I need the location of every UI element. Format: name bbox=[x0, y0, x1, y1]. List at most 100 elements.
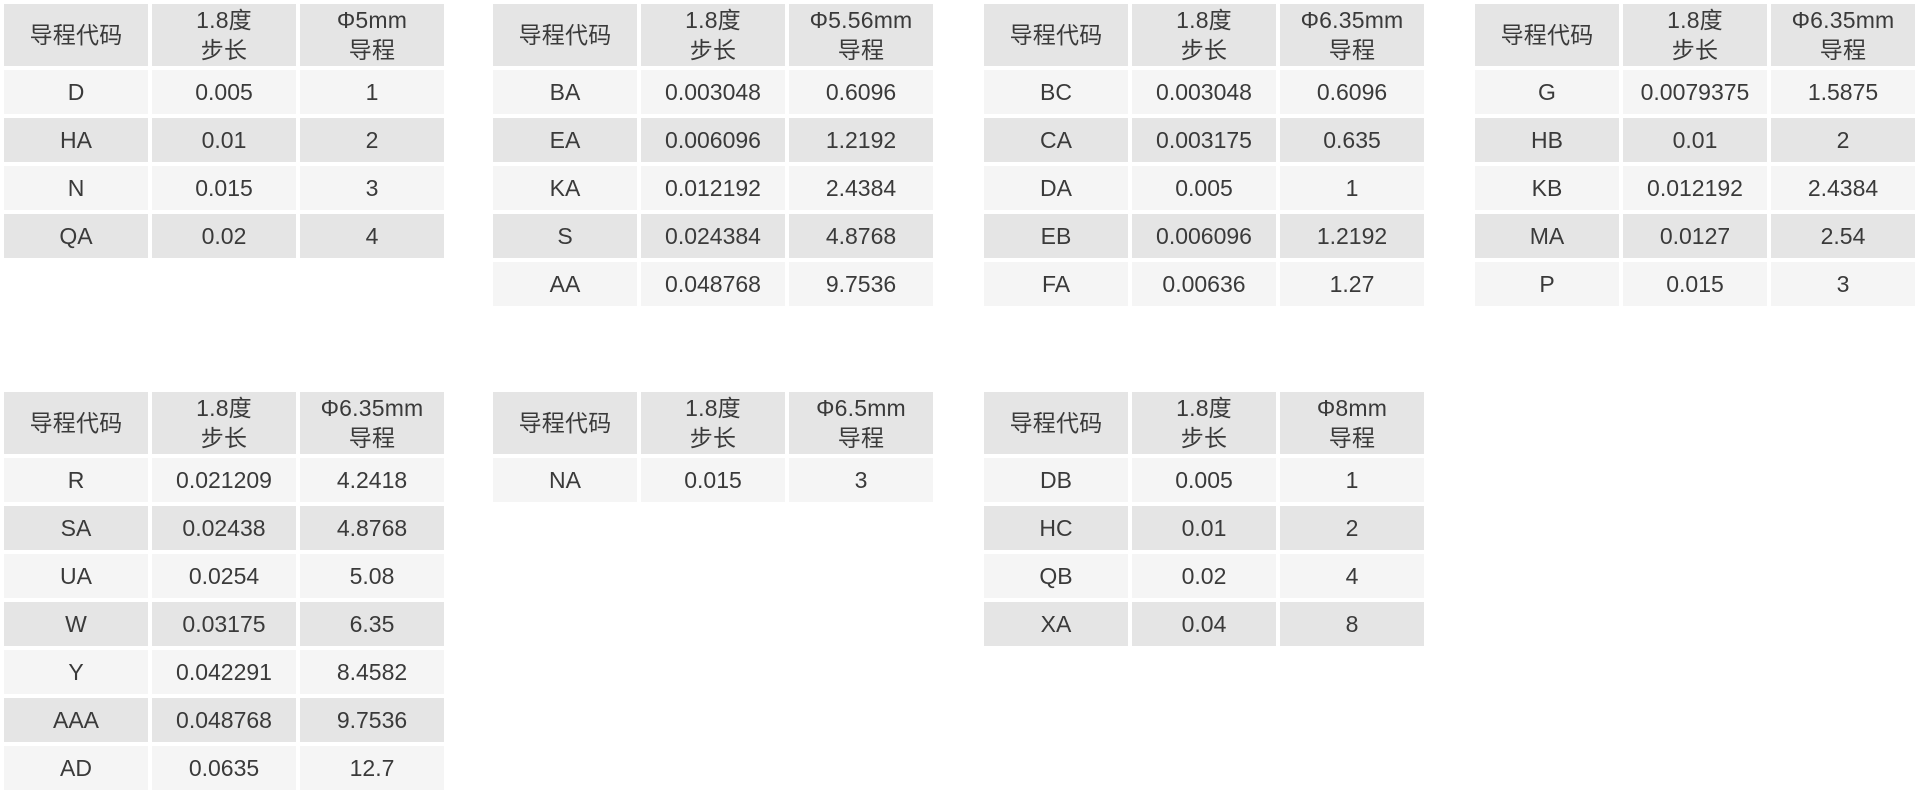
cell-step-value: 0.006096 bbox=[1132, 214, 1276, 258]
cell-lead-code: QB bbox=[984, 554, 1128, 598]
cell-lead-code: NA bbox=[493, 458, 637, 502]
cell-lead-value: 1.27 bbox=[1280, 262, 1424, 306]
cell-step-value: 0.003048 bbox=[1132, 70, 1276, 114]
cell-step-value: 0.00636 bbox=[1132, 262, 1276, 306]
cell-lead-code: SA bbox=[4, 506, 148, 550]
column-header-lead-line1: Φ5.56mm bbox=[789, 5, 933, 35]
column-header-step-line1: 1.8度 bbox=[641, 5, 785, 35]
column-header-step-line1: 1.8度 bbox=[1623, 5, 1767, 35]
table-row: QB0.024 bbox=[984, 554, 1424, 598]
column-header-lead-code: 导程代码 bbox=[984, 392, 1128, 454]
table-row: DB0.0051 bbox=[984, 458, 1424, 502]
column-header-step-line2: 步长 bbox=[641, 423, 785, 453]
table-row: P0.0153 bbox=[1475, 262, 1915, 306]
table-row: HC0.012 bbox=[984, 506, 1424, 550]
cell-lead-code: QA bbox=[4, 214, 148, 258]
table-header-row: 导程代码1.8度步长Φ8mm导程 bbox=[984, 392, 1424, 454]
column-header-step-line2: 步长 bbox=[152, 423, 296, 453]
table-row: CA0.0031750.635 bbox=[984, 118, 1424, 162]
table-row: MA0.01272.54 bbox=[1475, 214, 1915, 258]
cell-step-value: 0.003048 bbox=[641, 70, 785, 114]
cell-lead-code: BA bbox=[493, 70, 637, 114]
column-header-lead-line1: Φ5mm bbox=[300, 5, 444, 35]
cell-lead-code: P bbox=[1475, 262, 1619, 306]
cell-lead-value: 1 bbox=[1280, 166, 1424, 210]
table-header-row: 导程代码1.8度步长Φ6.35mm导程 bbox=[984, 4, 1424, 66]
table-row: QA0.024 bbox=[4, 214, 444, 258]
cell-lead-value: 6.35 bbox=[300, 602, 444, 646]
column-header-step-line2: 步长 bbox=[641, 35, 785, 65]
cell-lead-value: 1 bbox=[300, 70, 444, 114]
table-row: XA0.048 bbox=[984, 602, 1424, 646]
table-row: BA0.0030480.6096 bbox=[493, 70, 933, 114]
table-header-row: 导程代码1.8度步长Φ6.35mm导程 bbox=[1475, 4, 1915, 66]
cell-step-value: 0.0127 bbox=[1623, 214, 1767, 258]
cell-lead-code: XA bbox=[984, 602, 1128, 646]
cell-lead-code: KB bbox=[1475, 166, 1619, 210]
cell-lead-code: EB bbox=[984, 214, 1128, 258]
column-header-lead-line1: Φ6.35mm bbox=[300, 393, 444, 423]
cell-step-value: 0.01 bbox=[1132, 506, 1276, 550]
column-header-lead-line2: 导程 bbox=[789, 423, 933, 453]
table-row: W0.031756.35 bbox=[4, 602, 444, 646]
table-phi635mm-c: 导程代码1.8度步长Φ6.35mm导程R0.0212094.2418SA0.02… bbox=[0, 388, 448, 794]
cell-lead-value: 4.8768 bbox=[300, 506, 444, 550]
cell-lead-value: 3 bbox=[789, 458, 933, 502]
cell-step-value: 0.0254 bbox=[152, 554, 296, 598]
cell-lead-value: 4.2418 bbox=[300, 458, 444, 502]
cell-lead-code: HA bbox=[4, 118, 148, 162]
cell-lead-value: 0.635 bbox=[1280, 118, 1424, 162]
cell-step-value: 0.015 bbox=[1623, 262, 1767, 306]
cell-step-value: 0.005 bbox=[1132, 166, 1276, 210]
cell-lead-value: 1.2192 bbox=[789, 118, 933, 162]
cell-step-value: 0.012192 bbox=[1623, 166, 1767, 210]
lead-code-tables-container: 导程代码1.8度步长Φ5mm导程D0.0051HA0.012N0.0153QA0… bbox=[0, 0, 1925, 804]
cell-step-value: 0.01 bbox=[152, 118, 296, 162]
column-header-lead-diameter: Φ6.35mm导程 bbox=[1280, 4, 1424, 66]
table-row: G0.00793751.5875 bbox=[1475, 70, 1915, 114]
cell-lead-value: 9.7536 bbox=[300, 698, 444, 742]
table-phi556mm: 导程代码1.8度步长Φ5.56mm导程BA0.0030480.6096EA0.0… bbox=[489, 0, 937, 310]
cell-step-value: 0.021209 bbox=[152, 458, 296, 502]
cell-step-value: 0.02 bbox=[1132, 554, 1276, 598]
cell-step-value: 0.048768 bbox=[641, 262, 785, 306]
table-row: EB0.0060961.2192 bbox=[984, 214, 1424, 258]
cell-step-value: 0.01 bbox=[1623, 118, 1767, 162]
column-header-step-angle: 1.8度步长 bbox=[152, 392, 296, 454]
cell-step-value: 0.003175 bbox=[1132, 118, 1276, 162]
cell-lead-code: AD bbox=[4, 746, 148, 790]
cell-lead-value: 1 bbox=[1280, 458, 1424, 502]
cell-lead-code: D bbox=[4, 70, 148, 114]
column-header-lead-diameter: Φ5mm导程 bbox=[300, 4, 444, 66]
column-header-lead-diameter: Φ6.35mm导程 bbox=[1771, 4, 1915, 66]
column-header-step-angle: 1.8度步长 bbox=[641, 4, 785, 66]
table-header-row: 导程代码1.8度步长Φ6.35mm导程 bbox=[4, 392, 444, 454]
cell-lead-code: HC bbox=[984, 506, 1128, 550]
table-row: UA0.02545.08 bbox=[4, 554, 444, 598]
cell-step-value: 0.02 bbox=[152, 214, 296, 258]
column-header-step-line2: 步长 bbox=[1132, 35, 1276, 65]
cell-lead-value: 12.7 bbox=[300, 746, 444, 790]
cell-lead-code: N bbox=[4, 166, 148, 210]
cell-step-value: 0.015 bbox=[152, 166, 296, 210]
cell-lead-value: 0.6096 bbox=[1280, 70, 1424, 114]
cell-step-value: 0.005 bbox=[1132, 458, 1276, 502]
table-header-row: 导程代码1.8度步长Φ5.56mm导程 bbox=[493, 4, 933, 66]
cell-step-value: 0.024384 bbox=[641, 214, 785, 258]
cell-lead-code: DA bbox=[984, 166, 1128, 210]
column-header-step-line2: 步长 bbox=[1623, 35, 1767, 65]
table-row: HA0.012 bbox=[4, 118, 444, 162]
column-header-lead-line2: 导程 bbox=[300, 423, 444, 453]
table-header-row: 导程代码1.8度步长Φ6.5mm导程 bbox=[493, 392, 933, 454]
cell-lead-value: 8.4582 bbox=[300, 650, 444, 694]
column-header-lead-code: 导程代码 bbox=[984, 4, 1128, 66]
cell-lead-value: 4 bbox=[300, 214, 444, 258]
column-header-step-line1: 1.8度 bbox=[152, 5, 296, 35]
column-header-step-line2: 步长 bbox=[152, 35, 296, 65]
table-row: D0.0051 bbox=[4, 70, 444, 114]
cell-lead-code: Y bbox=[4, 650, 148, 694]
table-row: HB0.012 bbox=[1475, 118, 1915, 162]
cell-lead-code: FA bbox=[984, 262, 1128, 306]
column-header-lead-diameter: Φ6.35mm导程 bbox=[300, 392, 444, 454]
column-header-lead-code: 导程代码 bbox=[493, 392, 637, 454]
